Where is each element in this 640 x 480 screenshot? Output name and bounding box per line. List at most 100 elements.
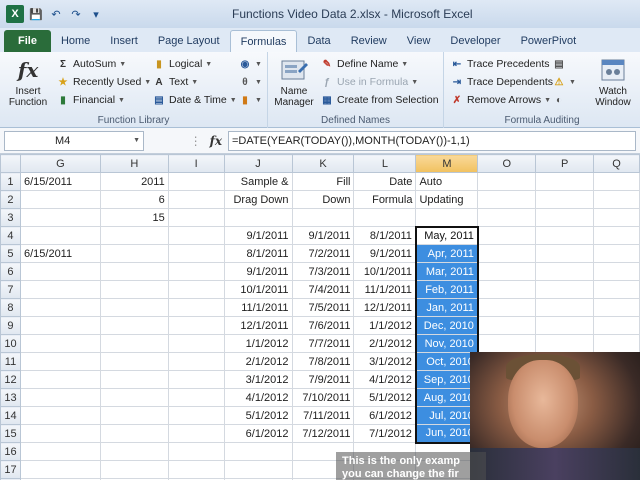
tab-developer[interactable]: Developer [440, 30, 510, 52]
cell-g6[interactable] [19, 262, 101, 281]
row-header[interactable]: 5 [0, 244, 21, 263]
name-box[interactable]: M4 ▼ [4, 131, 144, 151]
tab-file[interactable]: File [4, 30, 51, 52]
cell-q5[interactable] [593, 244, 640, 263]
cell-q4[interactable] [593, 226, 640, 245]
cell-j13[interactable]: 4/1/2012 [223, 388, 293, 407]
cell-k2[interactable]: Down [291, 190, 355, 209]
cell-k8[interactable]: 7/5/2011 [291, 298, 355, 317]
cell-m5[interactable]: Apr, 2011 [414, 244, 479, 263]
watch-window-button[interactable]: Watch Window [590, 56, 636, 108]
cell-g10[interactable] [19, 334, 101, 353]
row-header[interactable]: 12 [0, 370, 21, 389]
trace-precedents-button[interactable]: ⇤ Trace Precedents [450, 55, 550, 73]
cell-l2[interactable]: Formula [353, 190, 417, 209]
cell-g4[interactable] [19, 226, 101, 245]
insert-function-button[interactable]: fx Insert Function [6, 56, 50, 109]
financial-button[interactable]: ▮ Financial ▼ [56, 91, 125, 109]
cell-m8[interactable]: Jan, 2011 [414, 298, 479, 317]
cell-k4[interactable]: 9/1/2011 [291, 226, 355, 245]
cell-p9[interactable] [535, 316, 595, 335]
more-functions-button[interactable]: ▮ ▼ [238, 91, 262, 109]
cell-m6[interactable]: Mar, 2011 [414, 262, 479, 281]
row-header[interactable]: 16 [0, 442, 21, 461]
tab-powerpivot[interactable]: PowerPivot [511, 30, 587, 52]
cell-k14[interactable]: 7/11/2011 [291, 406, 355, 425]
row-header[interactable]: 11 [0, 352, 21, 371]
autosum-button[interactable]: Σ AutoSum ▼ [56, 55, 126, 73]
cell-i8[interactable] [167, 298, 225, 317]
cell-j12[interactable]: 3/1/2012 [223, 370, 293, 389]
column-header-l[interactable]: L [353, 154, 417, 173]
row-header[interactable]: 8 [0, 298, 21, 317]
cell-l11[interactable]: 3/1/2012 [353, 352, 417, 371]
cell-o6[interactable] [477, 262, 537, 281]
column-header-o[interactable]: O [477, 154, 537, 173]
cell-h6[interactable] [99, 262, 169, 281]
cell-q2[interactable] [593, 190, 640, 209]
cell-j9[interactable]: 12/1/2011 [223, 316, 293, 335]
cell-o5[interactable] [477, 244, 537, 263]
row-header[interactable]: 17 [0, 460, 21, 479]
cell-h11[interactable] [99, 352, 169, 371]
cell-p6[interactable] [535, 262, 595, 281]
cell-g13[interactable] [19, 388, 101, 407]
cell-l1[interactable]: Date [353, 172, 417, 191]
cell-i1[interactable] [167, 172, 225, 191]
cell-h5[interactable] [99, 244, 169, 263]
cell-k7[interactable]: 7/4/2011 [291, 280, 355, 299]
cell-k15[interactable]: 7/12/2011 [291, 424, 355, 443]
cell-k6[interactable]: 7/3/2011 [291, 262, 355, 281]
cell-g11[interactable] [19, 352, 101, 371]
cell-j16[interactable] [223, 442, 293, 461]
cell-g17[interactable] [19, 460, 101, 479]
cell-l12[interactable]: 4/1/2012 [353, 370, 417, 389]
cell-k5[interactable]: 7/2/2011 [291, 244, 355, 263]
column-header-i[interactable]: I [167, 154, 225, 173]
cell-q6[interactable] [593, 262, 640, 281]
cell-g7[interactable] [19, 280, 101, 299]
cell-i7[interactable] [167, 280, 225, 299]
tab-view[interactable]: View [397, 30, 441, 52]
excel-logo-icon[interactable]: X [6, 5, 24, 23]
cell-h1[interactable]: 2011 [99, 172, 169, 191]
cell-l10[interactable]: 2/1/2012 [353, 334, 417, 353]
cell-g1[interactable]: 6/15/2011 [19, 172, 101, 191]
cell-g8[interactable] [19, 298, 101, 317]
cell-q8[interactable] [593, 298, 640, 317]
name-manager-button[interactable]: Name Manager [272, 56, 316, 108]
cell-h10[interactable] [99, 334, 169, 353]
tab-page-layout[interactable]: Page Layout [148, 30, 230, 52]
cell-h16[interactable] [99, 442, 169, 461]
tab-home[interactable]: Home [51, 30, 100, 52]
column-header-p[interactable]: P [535, 154, 595, 173]
math-trig-button[interactable]: θ ▼ [238, 73, 262, 91]
select-all-corner[interactable] [0, 154, 21, 173]
cell-i15[interactable] [167, 424, 225, 443]
row-header[interactable]: 4 [0, 226, 21, 245]
tab-formulas[interactable]: Formulas [229, 30, 298, 52]
cell-m7[interactable]: Feb, 2011 [414, 280, 479, 299]
cell-i13[interactable] [167, 388, 225, 407]
cell-h12[interactable] [99, 370, 169, 389]
text-button[interactable]: A Text ▼ [152, 73, 198, 91]
cell-l5[interactable]: 9/1/2011 [353, 244, 417, 263]
cell-h9[interactable] [99, 316, 169, 335]
cell-j2[interactable]: Drag Down [223, 190, 293, 209]
date-time-button[interactable]: ▤ Date & Time ▼ [152, 91, 236, 109]
cell-o1[interactable] [477, 172, 537, 191]
row-header[interactable]: 10 [0, 334, 21, 353]
cell-h17[interactable] [99, 460, 169, 479]
cell-i9[interactable] [167, 316, 225, 335]
cell-g14[interactable] [19, 406, 101, 425]
column-header-k[interactable]: K [291, 154, 355, 173]
cell-m1[interactable]: Auto [415, 172, 479, 191]
cell-j14[interactable]: 5/1/2012 [223, 406, 293, 425]
cell-j8[interactable]: 11/1/2011 [223, 298, 293, 317]
show-formulas-button[interactable]: ▤ [552, 55, 566, 73]
cell-i12[interactable] [167, 370, 225, 389]
cell-o10[interactable] [477, 334, 537, 353]
cell-m10[interactable]: Nov, 2010 [414, 334, 479, 353]
trace-dependents-button[interactable]: ⇥ Trace Dependents [450, 73, 553, 91]
cell-k12[interactable]: 7/9/2011 [291, 370, 355, 389]
